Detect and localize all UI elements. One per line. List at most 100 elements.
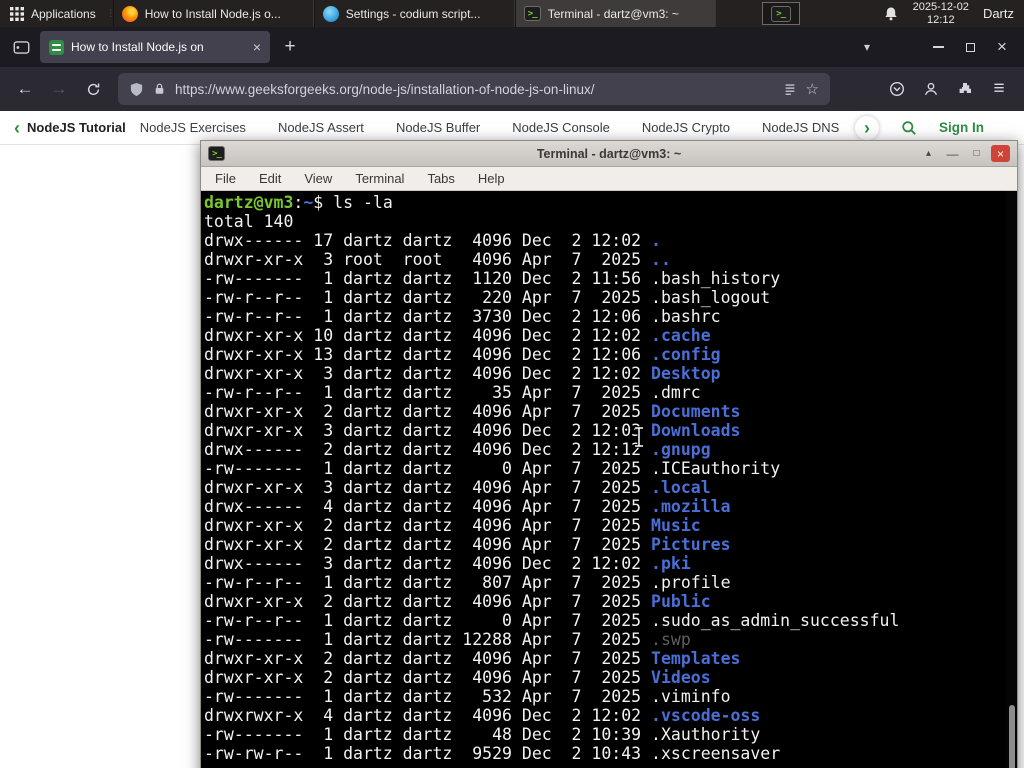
- terminal-line: total 140: [204, 212, 294, 231]
- nav-scroll-right-button[interactable]: ›: [855, 115, 879, 140]
- gfg-nav-links: NodeJS Exercises NodeJS Assert NodeJS Bu…: [140, 120, 843, 135]
- account-icon[interactable]: [914, 73, 948, 105]
- menu-tabs[interactable]: Tabs: [427, 171, 454, 186]
- terminal-line: -rw------- 1 dartz dartz 48 Dec 2 10:39 …: [204, 725, 761, 744]
- applications-menu-button[interactable]: Applications: [0, 0, 108, 27]
- terminal-line: -rw-r--r-- 1 dartz dartz 0 Apr 7 2025 .s…: [204, 611, 900, 630]
- terminal-scrollbar[interactable]: [1006, 191, 1017, 768]
- terminal-line: -rw------- 1 dartz dartz 1120 Dec 2 11:5…: [204, 269, 781, 288]
- panel-status-area: 2025-12-02 12:12 Dartz: [883, 0, 1024, 27]
- sign-in-button[interactable]: Sign In: [939, 120, 984, 135]
- task-button-codium-settings[interactable]: Settings - codium script...: [313, 0, 515, 27]
- gfg-link[interactable]: NodeJS DNS: [762, 120, 839, 135]
- task-label: Settings - codium script...: [345, 6, 481, 21]
- gfg-link[interactable]: NodeJS Exercises: [140, 120, 246, 135]
- terminal-line: drwxrwxr-x 4 dartz dartz 4096 Dec 2 12:0…: [204, 706, 761, 725]
- panel-username[interactable]: Dartz: [983, 6, 1014, 21]
- applications-grid-icon: [10, 6, 24, 21]
- gfg-section-title[interactable]: NodeJS Tutorial: [27, 120, 126, 135]
- gfg-link[interactable]: NodeJS Crypto: [642, 120, 730, 135]
- close-window-button[interactable]: ×: [991, 145, 1010, 162]
- maximize-window-button[interactable]: □: [967, 145, 986, 162]
- codium-icon: [322, 5, 339, 22]
- browser-tab-active[interactable]: How to Install Node.js on ×: [40, 31, 270, 63]
- notification-bell-icon[interactable]: [883, 6, 899, 22]
- menu-terminal[interactable]: Terminal: [355, 171, 404, 186]
- terminal-icon: [208, 146, 225, 161]
- url-text[interactable]: https://www.geeksforgeeks.org/node-js/in…: [175, 82, 774, 97]
- url-bar[interactable]: https://www.geeksforgeeks.org/node-js/in…: [118, 73, 830, 105]
- terminal-line: -rw------- 1 dartz dartz 0 Apr 7 2025 .I…: [204, 459, 781, 478]
- gfg-link[interactable]: NodeJS Assert: [278, 120, 364, 135]
- back-button[interactable]: ←: [8, 73, 42, 105]
- clock-date: 2025-12-02: [912, 1, 969, 13]
- terminal-line: drwxr-xr-x 2 dartz dartz 4096 Apr 7 2025…: [204, 535, 731, 554]
- desktop: Applications ⋮ How to Install Node.js o.…: [0, 0, 1024, 768]
- menu-edit[interactable]: Edit: [259, 171, 281, 186]
- reload-button[interactable]: [76, 73, 110, 105]
- terminal-titlebar[interactable]: Terminal - dartz@vm3: ~ ▴ — □ ×: [201, 141, 1017, 167]
- terminal-line: drwxr-xr-x 3 dartz dartz 4096 Dec 2 12:0…: [204, 421, 741, 440]
- window-minimize-button[interactable]: [922, 33, 954, 61]
- menu-hamburger-icon[interactable]: ≡: [982, 73, 1016, 105]
- terminal-line: drwx------ 2 dartz dartz 4096 Dec 2 12:1…: [204, 440, 711, 459]
- terminal-line: drwxr-xr-x 3 root root 4096 Apr 7 2025 .…: [204, 250, 671, 269]
- terminal-line: -rw------- 1 dartz dartz 12288 Apr 7 202…: [204, 630, 691, 649]
- terminal-line: drwxr-xr-x 2 dartz dartz 4096 Apr 7 2025…: [204, 516, 701, 535]
- terminal-line: -rw-r--r-- 1 dartz dartz 3730 Dec 2 12:0…: [204, 307, 721, 326]
- tracking-shield-icon[interactable]: [129, 82, 144, 97]
- geeksforgeeks-favicon: [49, 39, 64, 55]
- terminal-line: -rw------- 1 dartz dartz 532 Apr 7 2025 …: [204, 687, 731, 706]
- search-icon[interactable]: [901, 120, 917, 136]
- firefox-icon: [121, 5, 138, 22]
- window-maximize-button[interactable]: [954, 33, 986, 61]
- terminal-line: drwxr-xr-x 13 dartz dartz 4096 Dec 2 12:…: [204, 345, 721, 364]
- navigation-toolbar: ← → https://www.geeksforgeeks.org/node-j…: [0, 67, 1024, 111]
- ibeam-cursor: [635, 426, 643, 448]
- menu-help[interactable]: Help: [478, 171, 505, 186]
- window-close-button[interactable]: ×: [986, 33, 1018, 61]
- terminal-line: drwxr-xr-x 2 dartz dartz 4096 Apr 7 2025…: [204, 592, 711, 611]
- shade-window-button[interactable]: ▴: [919, 145, 938, 162]
- terminal-line: drwxr-xr-x 3 dartz dartz 4096 Apr 7 2025…: [204, 478, 711, 497]
- scrollbar-thumb[interactable]: [1009, 705, 1015, 768]
- terminal-line: drwx------ 4 dartz dartz 4096 Apr 7 2025…: [204, 497, 731, 516]
- terminal-line: drwxr-xr-x 2 dartz dartz 4096 Apr 7 2025…: [204, 402, 741, 421]
- terminal-line: -rw-r--r-- 1 dartz dartz 807 Apr 7 2025 …: [204, 573, 731, 592]
- task-button-terminal[interactable]: Terminal - dartz@vm3: ~: [514, 0, 716, 27]
- task-label: How to Install Node.js o...: [144, 6, 281, 21]
- firefox-view-button[interactable]: [6, 32, 36, 62]
- menu-file[interactable]: File: [215, 171, 236, 186]
- terminal-window-title: Terminal - dartz@vm3: ~: [536, 146, 682, 161]
- terminal-line: drwxr-xr-x 3 dartz dartz 4096 Dec 2 12:0…: [204, 364, 721, 383]
- tab-close-icon[interactable]: ×: [253, 40, 261, 54]
- minimize-window-button[interactable]: —: [943, 145, 962, 162]
- terminal-line: drwxr-xr-x 2 dartz dartz 4096 Apr 7 2025…: [204, 649, 741, 668]
- terminal-line: -rw-r--r-- 1 dartz dartz 35 Apr 7 2025 .…: [204, 383, 701, 402]
- reader-mode-icon[interactable]: [783, 82, 797, 96]
- pocket-icon[interactable]: [880, 73, 914, 105]
- menu-view[interactable]: View: [304, 171, 332, 186]
- extensions-puzzle-icon[interactable]: [948, 73, 982, 105]
- clock-time: 12:12: [927, 13, 955, 26]
- task-button-firefox[interactable]: How to Install Node.js o...: [112, 0, 314, 27]
- forward-button[interactable]: →: [42, 73, 76, 105]
- tray-terminal-launcher[interactable]: [761, 2, 800, 25]
- gfg-link[interactable]: NodeJS Buffer: [396, 120, 480, 135]
- gfg-header-right: › Sign In: [855, 115, 1010, 140]
- bookmark-star-icon[interactable]: ☆: [806, 80, 819, 98]
- terminal-icon: [770, 5, 791, 22]
- terminal-body[interactable]: dartz@vm3:~$ ls -la total 140 drwx------ 1…: [201, 191, 1017, 768]
- lock-icon[interactable]: [153, 82, 166, 96]
- terminal-menubar: File Edit View Terminal Tabs Help: [201, 167, 1017, 191]
- panel-clock[interactable]: 2025-12-02 12:12: [913, 1, 969, 26]
- applications-label: Applications: [31, 6, 96, 21]
- gfg-link[interactable]: NodeJS Console: [512, 120, 610, 135]
- task-label: Terminal - dartz@vm3: ~: [547, 6, 679, 21]
- terminal-line: drwx------ 17 dartz dartz 4096 Dec 2 12:…: [204, 231, 661, 250]
- terminal-output: dartz@vm3:~$ ls -la total 140 drwx------ 1…: [204, 193, 1003, 763]
- list-all-tabs-icon[interactable]: ▾: [854, 40, 880, 54]
- new-tab-button[interactable]: +: [276, 33, 304, 61]
- nav-scroll-left-icon[interactable]: ‹: [14, 119, 20, 137]
- terminal-window: Terminal - dartz@vm3: ~ ▴ — □ × File Edi…: [200, 140, 1018, 768]
